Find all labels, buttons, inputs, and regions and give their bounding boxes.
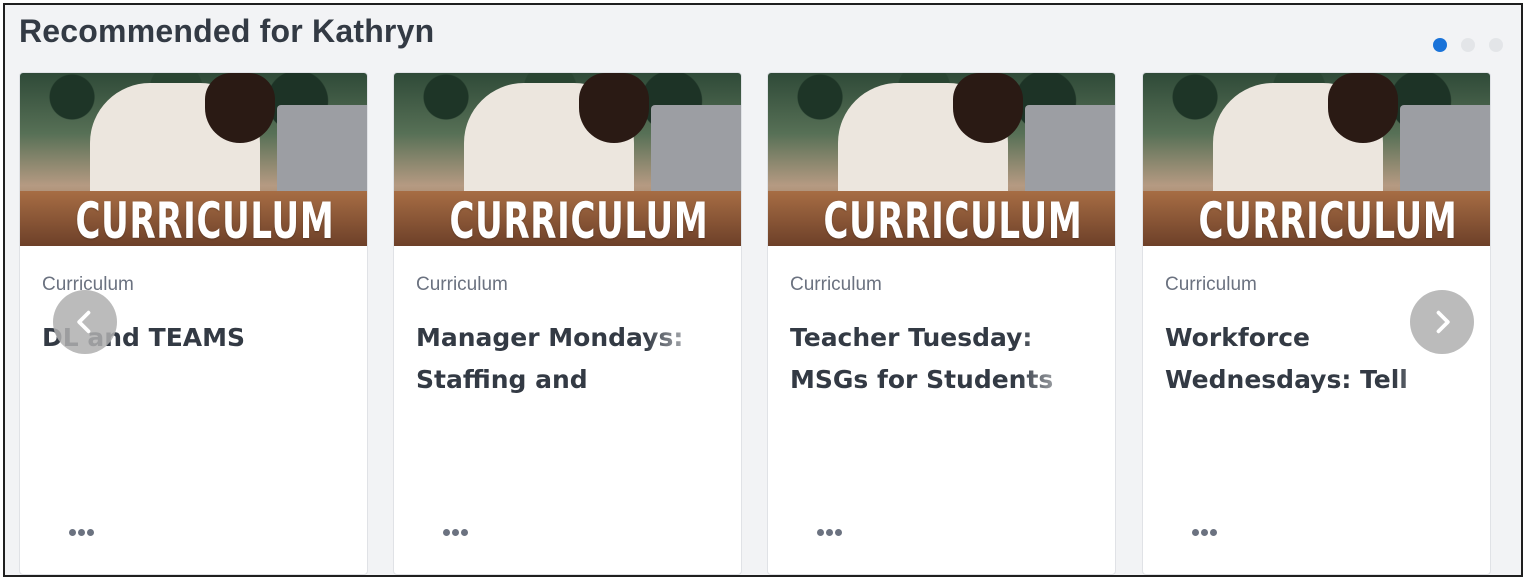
pagination-dots xyxy=(1433,38,1503,52)
thumbnail-caption: CURRICULUM xyxy=(823,192,1083,246)
card-type-label: Curriculum xyxy=(1165,274,1257,295)
thumbnail-caption: CURRICULUM xyxy=(75,192,335,246)
card-thumbnail: CURRICULUM xyxy=(394,73,741,246)
course-card[interactable]: CURRICULUM Curriculum Manager Mondays: S… xyxy=(393,72,742,575)
more-options-icon[interactable] xyxy=(65,525,98,540)
card-thumbnail: CURRICULUM xyxy=(768,73,1115,246)
more-options-icon[interactable] xyxy=(1188,525,1221,540)
page-dot-2[interactable] xyxy=(1461,38,1475,52)
carousel-prev-button[interactable] xyxy=(53,290,117,354)
recommendations-panel: Recommended for Kathryn CURRICULUM Curri… xyxy=(3,3,1523,577)
page-dot-3[interactable] xyxy=(1489,38,1503,52)
more-options-icon[interactable] xyxy=(439,525,472,540)
page-dot-1[interactable] xyxy=(1433,38,1447,52)
card-type-label: Curriculum xyxy=(790,274,882,295)
carousel-next-button[interactable] xyxy=(1410,290,1474,354)
card-type-label: Curriculum xyxy=(416,274,508,295)
section-title: Recommended for Kathryn xyxy=(19,13,435,49)
more-options-icon[interactable] xyxy=(813,525,846,540)
thumbnail-caption: CURRICULUM xyxy=(1198,192,1458,246)
chevron-right-icon xyxy=(1436,310,1450,334)
card-title[interactable]: Teacher Tuesday: MSGs for Students xyxy=(790,317,1095,401)
card-title[interactable]: Manager Mondays: Staffing and xyxy=(416,317,721,401)
card-thumbnail: CURRICULUM xyxy=(1143,73,1490,246)
card-thumbnail: CURRICULUM xyxy=(20,73,367,246)
chevron-left-icon xyxy=(77,310,91,334)
thumbnail-caption: CURRICULUM xyxy=(449,192,709,246)
course-card[interactable]: CURRICULUM Curriculum Teacher Tuesday: M… xyxy=(767,72,1116,575)
